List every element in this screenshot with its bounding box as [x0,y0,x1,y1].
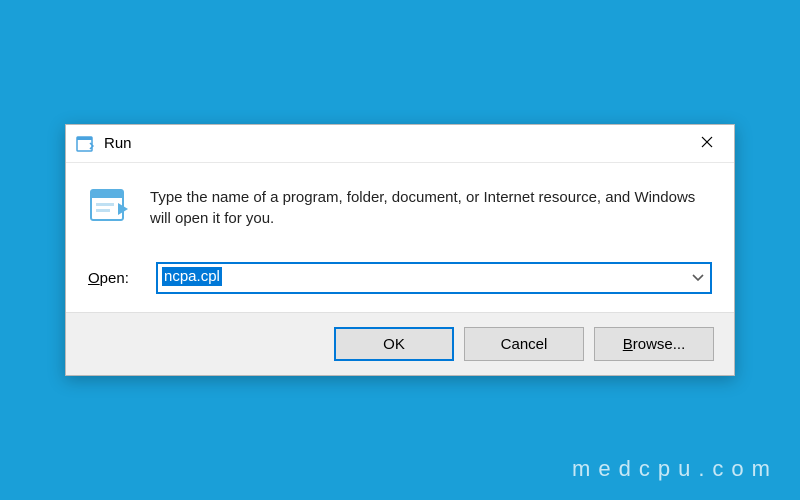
cancel-button[interactable]: Cancel [464,327,584,361]
button-bar: OK Cancel Browse... [66,312,734,375]
run-title-icon [76,135,94,153]
browse-button[interactable]: Browse... [594,327,714,361]
info-row: Type the name of a program, folder, docu… [88,185,712,234]
input-row: Open: ncpa.cpl [88,262,712,294]
titlebar: Run [66,125,734,163]
open-input[interactable] [156,262,712,294]
open-label: Open: [88,270,140,287]
dialog-description: Type the name of a program, folder, docu… [150,185,712,229]
run-icon [88,185,132,234]
titlebar-left: Run [76,135,132,153]
watermark-text: medcpu.com [572,456,778,482]
ok-button[interactable]: OK [334,327,454,361]
close-icon [701,136,713,151]
run-dialog: Run Type the name of a pro [65,124,735,376]
dialog-title: Run [104,135,132,152]
dialog-content: Type the name of a program, folder, docu… [66,163,734,312]
close-button[interactable] [684,128,730,160]
open-combobox[interactable]: ncpa.cpl [156,262,712,294]
